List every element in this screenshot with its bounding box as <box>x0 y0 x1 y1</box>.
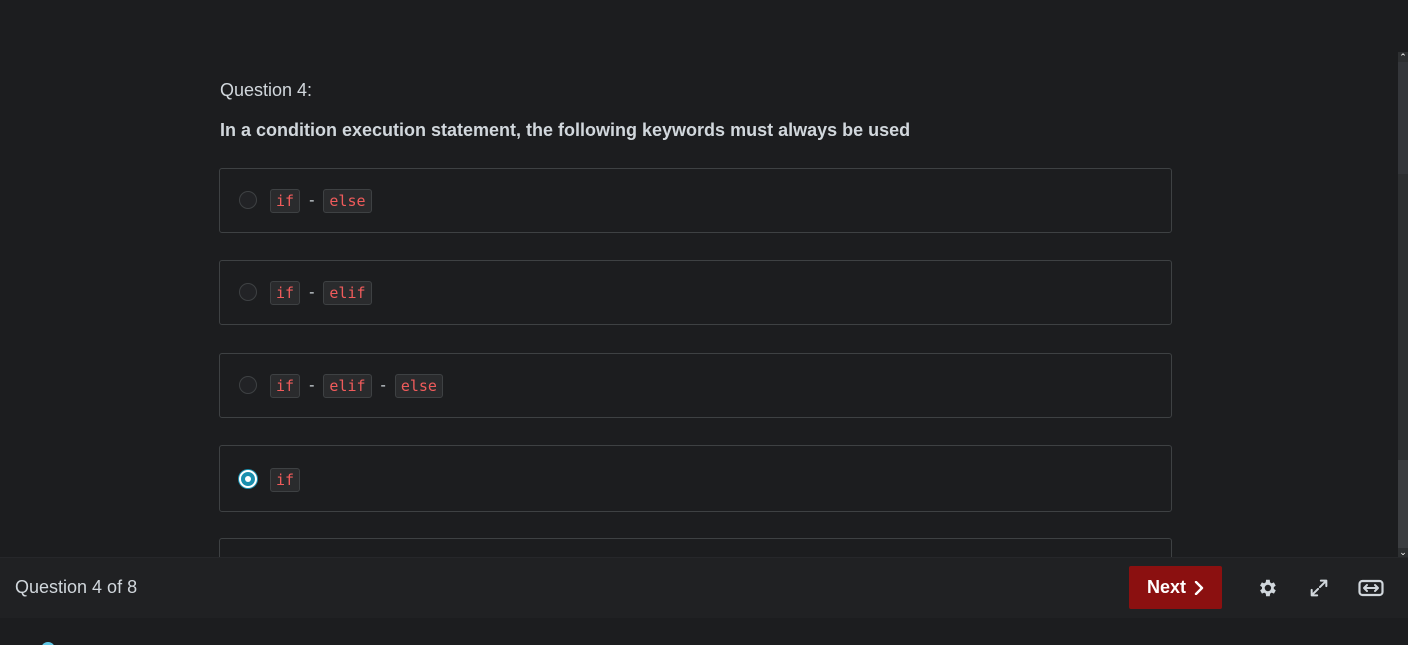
scroll-up-icon[interactable]: ⌃ <box>1398 52 1408 62</box>
separator: - <box>309 377 315 394</box>
code-keyword: elif <box>323 281 372 305</box>
code-keyword: if <box>270 374 301 398</box>
code-keyword: if <box>270 468 301 492</box>
answer-option-1[interactable]: if - else <box>219 168 1172 233</box>
answer-option-3[interactable]: if - elif - else <box>219 353 1172 418</box>
quiz-footer: Question 4 of 8 Next <box>0 557 1408 618</box>
chevron-right-icon <box>1194 580 1204 595</box>
bottom-strip <box>0 618 1408 645</box>
separator: - <box>309 192 315 209</box>
radio-button[interactable] <box>239 283 257 301</box>
answer-option-2[interactable]: if - elif <box>219 260 1172 325</box>
quiz-page: Question 4: In a condition execution sta… <box>0 0 1408 645</box>
code-keyword: else <box>394 374 443 398</box>
code-keyword: else <box>323 189 372 213</box>
question-panel: Question 4: In a condition execution sta… <box>0 0 1398 557</box>
question-text: In a condition execution statement, the … <box>220 120 911 140</box>
radio-button-selected[interactable] <box>239 470 257 488</box>
scrollbar[interactable]: ⌃ ⌄ <box>1398 52 1408 557</box>
answer-text: if - elif <box>270 280 372 306</box>
scrollbar-thumb[interactable] <box>1398 460 1408 548</box>
answer-text: if <box>270 467 301 493</box>
scrollbar-track-segment <box>1398 62 1408 174</box>
radio-button[interactable] <box>239 376 257 394</box>
separator: - <box>309 284 315 301</box>
answer-option-4[interactable]: if <box>219 445 1172 512</box>
answer-text: if - else <box>270 188 372 214</box>
answer-text: if - elif - else <box>270 373 443 399</box>
scroll-down-icon[interactable]: ⌄ <box>1398 547 1408 557</box>
widescreen-icon <box>1358 579 1384 597</box>
widescreen-button[interactable] <box>1358 575 1384 601</box>
separator: - <box>380 377 386 394</box>
gear-icon <box>1260 579 1276 597</box>
code-keyword: if <box>270 281 301 305</box>
code-keyword: if <box>270 189 301 213</box>
question-progress: Question 4 of 8 <box>15 577 138 597</box>
next-button[interactable]: Next <box>1129 566 1222 609</box>
settings-button[interactable] <box>1254 575 1280 601</box>
code-keyword: elif <box>323 374 372 398</box>
expand-icon <box>1310 579 1328 597</box>
fullscreen-button[interactable] <box>1306 575 1332 601</box>
next-button-label: Next <box>1146 577 1186 597</box>
answer-option-5[interactable] <box>219 538 1172 557</box>
question-number: Question 4: <box>220 80 313 100</box>
radio-button[interactable] <box>239 191 257 209</box>
